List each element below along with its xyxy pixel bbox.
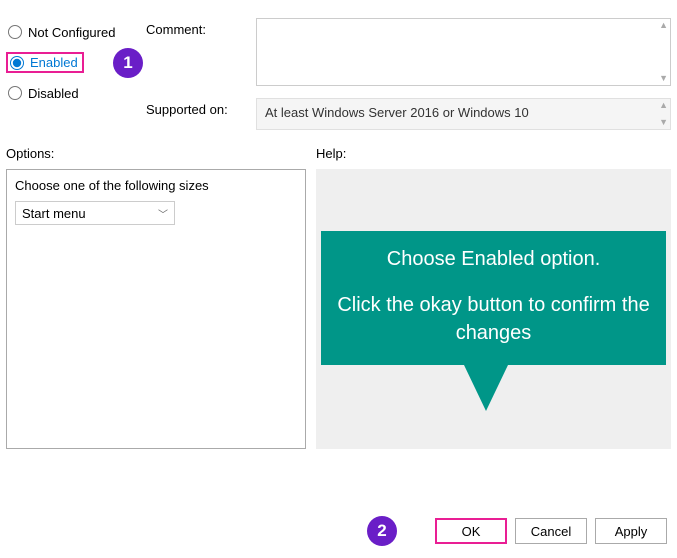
radio-disabled[interactable]: Disabled xyxy=(6,79,146,107)
supported-field: At least Windows Server 2016 or Windows … xyxy=(256,98,671,130)
options-panel: Choose one of the following sizes Start … xyxy=(6,169,306,449)
size-dropdown-value: Start menu xyxy=(22,206,86,221)
size-dropdown[interactable]: Start menu ﹀ xyxy=(15,201,175,225)
radio-enabled-input[interactable] xyxy=(10,56,24,70)
callout-text-2: Click the okay button to confirm the cha… xyxy=(335,291,652,347)
chevron-down-icon: ﹀ xyxy=(158,206,168,221)
annotation-badge-1: 1 xyxy=(113,48,143,78)
radio-group: Not Configured Enabled Disabled xyxy=(6,18,146,142)
choose-size-label: Choose one of the following sizes xyxy=(15,178,297,193)
annotation-badge-2: 2 xyxy=(367,516,397,546)
scroll-up-icon[interactable]: ▲ xyxy=(659,101,668,110)
comment-label: Comment: xyxy=(146,18,256,86)
comment-textarea[interactable]: ▲ ▼ xyxy=(256,18,671,86)
annotation-callout: Choose Enabled option. Click the okay bu… xyxy=(321,231,666,365)
supported-label: Supported on: xyxy=(146,98,256,130)
radio-disabled-label: Disabled xyxy=(28,86,79,101)
radio-not-configured[interactable]: Not Configured xyxy=(6,18,146,46)
callout-text-1: Choose Enabled option. xyxy=(335,245,652,273)
radio-enabled[interactable]: Enabled xyxy=(6,52,84,73)
help-section-label: Help: xyxy=(316,146,671,161)
callout-pointer-icon xyxy=(464,365,508,411)
radio-not-configured-input[interactable] xyxy=(8,25,22,39)
radio-enabled-label: Enabled xyxy=(30,55,78,70)
radio-disabled-input[interactable] xyxy=(8,86,22,100)
help-panel: Choose Enabled option. Click the okay bu… xyxy=(316,169,671,449)
scroll-down-icon[interactable]: ▼ xyxy=(659,74,668,83)
scroll-down-icon[interactable]: ▼ xyxy=(659,118,668,127)
options-section-label: Options: xyxy=(6,146,316,161)
radio-not-configured-label: Not Configured xyxy=(28,25,115,40)
scroll-up-icon[interactable]: ▲ xyxy=(659,21,668,30)
apply-button[interactable]: Apply xyxy=(595,518,667,544)
ok-button[interactable]: OK xyxy=(435,518,507,544)
cancel-button[interactable]: Cancel xyxy=(515,518,587,544)
